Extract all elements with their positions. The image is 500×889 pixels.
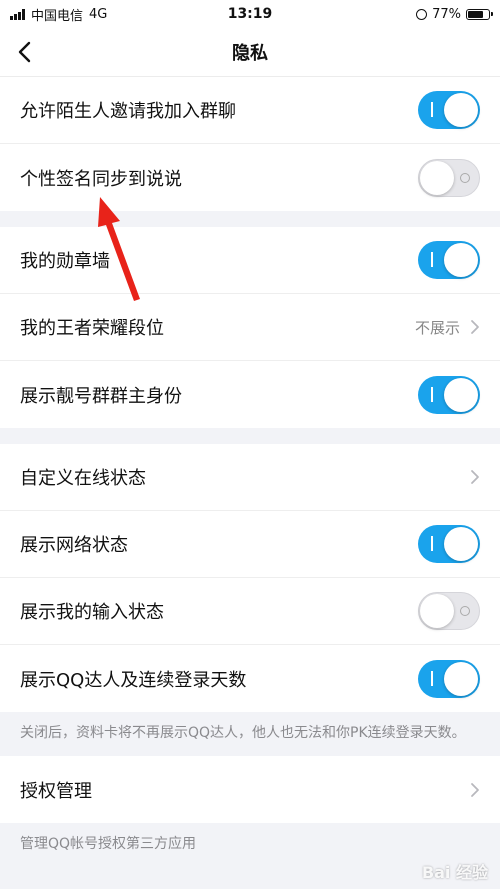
toggle-switch[interactable]: [418, 158, 480, 197]
toggle-knob: [444, 527, 478, 561]
toggle-on-mark: [431, 252, 433, 267]
row-value: 不展示: [414, 318, 460, 337]
section-note: 关闭后，资料卡将不再展示QQ达人，他人也无法和你PK连续登录天数。: [20, 725, 466, 741]
toggle-off-mark: [460, 606, 470, 616]
settings-row-label: 展示我的输入状态: [20, 602, 164, 623]
status-bar: 中国电信 4G 13:19 77%: [0, 0, 500, 28]
settings-group: 授权管理: [0, 756, 500, 823]
settings-row-label: 我的勋章墙: [20, 251, 110, 272]
toggle-switch[interactable]: [418, 375, 480, 414]
toggle-on-mark: [431, 386, 433, 402]
settings-row-label: 展示靓号群群主身份: [20, 385, 182, 407]
settings-row[interactable]: 展示QQ达人及连续登录天数: [0, 645, 500, 712]
settings-row[interactable]: 展示网络状态: [0, 511, 500, 578]
settings-row[interactable]: 展示我的输入状态: [0, 578, 500, 645]
toggle-off-mark: [460, 172, 470, 183]
settings-row[interactable]: 我的勋章墙: [0, 227, 500, 294]
status-right: 77%: [416, 6, 493, 22]
carrier-label: 中国电信: [31, 8, 84, 24]
settings-row-label: 个性签名同步到说说: [20, 168, 182, 190]
battery-fill: [468, 10, 483, 18]
toggle-switch[interactable]: [418, 659, 480, 698]
toggle-knob: [444, 661, 478, 696]
settings-row-label: 授权管理: [20, 780, 92, 802]
settings-group: 自定义在线状态 展示网络状态展示我的输入状态展示QQ达人及连续登录天数: [0, 444, 500, 712]
toggle-knob: [444, 243, 478, 277]
settings-list: 允许陌生人邀请我加入群聊 个性签名同步到说说 我的勋章墙 我的王者荣耀段位 不展示 展示靓…: [0, 77, 500, 867]
chevron-left-icon[interactable]: [14, 40, 38, 64]
signal-icon: [10, 8, 25, 20]
toggle-on-mark: [431, 670, 433, 686]
watermark: Bai 经验: [421, 863, 488, 882]
settings-row[interactable]: 个性签名同步到说说: [0, 144, 500, 211]
settings-group: 我的勋章墙我的王者荣耀段位 不展示展示靓号群群主身份: [0, 227, 500, 428]
row-accessory: [470, 782, 480, 798]
toggle-knob: [420, 594, 454, 628]
settings-row-label: 我的王者荣耀段位: [20, 318, 164, 339]
toggle-switch[interactable]: [418, 525, 480, 563]
battery-percent: 77%: [432, 6, 461, 22]
network-label: 4G: [89, 6, 108, 22]
settings-row-label: 允许陌生人邀请我加入群聊: [20, 101, 236, 122]
toggle-knob: [444, 93, 478, 127]
settings-group: 允许陌生人邀请我加入群聊 个性签名同步到说说: [0, 77, 500, 211]
settings-row[interactable]: 自定义在线状态: [0, 444, 500, 511]
toggle-knob: [444, 377, 478, 412]
toggle-knob: [420, 160, 454, 195]
status-left: 中国电信 4G: [10, 5, 107, 24]
orientation-lock-icon: [416, 8, 428, 20]
toggle-on-mark: [431, 102, 433, 117]
toggle-switch[interactable]: [418, 91, 480, 129]
chevron-right-icon: [471, 782, 479, 797]
settings-row[interactable]: 我的王者荣耀段位 不展示: [0, 294, 500, 361]
page-title: 隐私: [232, 43, 268, 64]
chevron-right-icon: [471, 470, 479, 484]
battery-icon: [466, 8, 493, 20]
toggle-switch[interactable]: [418, 592, 480, 630]
toggle-on-mark: [431, 536, 433, 551]
chevron-right-icon: [471, 320, 479, 334]
settings-row-label: 自定义在线状态: [20, 468, 146, 489]
settings-row-label: 展示网络状态: [20, 535, 128, 556]
row-accessory: [470, 469, 480, 485]
settings-row[interactable]: 展示靓号群群主身份: [0, 361, 500, 428]
nav-bar: 隐私: [0, 28, 500, 77]
settings-row[interactable]: 授权管理: [0, 756, 500, 823]
toggle-switch[interactable]: [418, 241, 480, 279]
settings-row[interactable]: 允许陌生人邀请我加入群聊: [0, 77, 500, 144]
row-accessory: 不展示: [415, 317, 480, 338]
settings-row-label: 展示QQ达人及连续登录天数: [20, 669, 247, 691]
